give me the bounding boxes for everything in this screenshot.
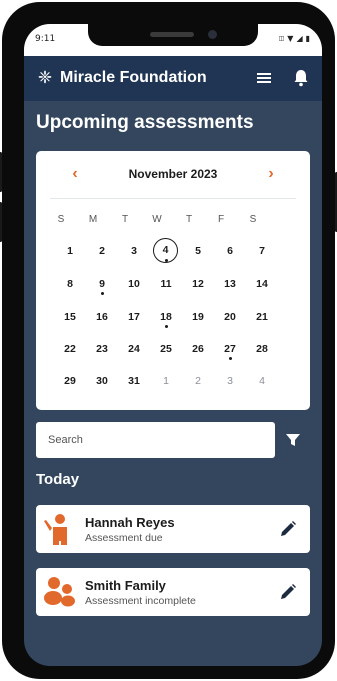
event-dot (100, 292, 104, 295)
bell-icon[interactable] (293, 69, 309, 87)
weekday-label: M (88, 214, 98, 225)
volte-icon: ◫ (278, 35, 285, 42)
calendar: ‹ November 2023 › S M T W T F S 1 2 3 4 5 6 7 8 9 10 11 12… (36, 151, 310, 410)
speaker (150, 32, 194, 37)
snowflake-icon: ❈ (37, 68, 53, 87)
wifi-icon: ▼ (287, 34, 294, 43)
calendar-day[interactable]: 22 (54, 338, 86, 360)
weekday-label: T (185, 214, 193, 225)
calendar-day[interactable]: 7 (246, 240, 278, 262)
calendar-day[interactable]: 2 (86, 240, 118, 262)
battery-icon: ▮ (305, 34, 310, 43)
pencil-icon[interactable] (279, 520, 297, 538)
calendar-day[interactable]: 1 (150, 370, 182, 392)
calendar-day[interactable]: 19 (182, 306, 214, 328)
calendar-day[interactable]: 4 (246, 370, 278, 392)
calendar-day[interactable]: 30 (86, 370, 118, 392)
assessment-name: Hannah Reyes (85, 515, 175, 530)
calendar-day[interactable]: 23 (86, 338, 118, 360)
calendar-day[interactable]: 11 (150, 273, 182, 295)
weekday-label: W (152, 214, 162, 225)
calendar-day[interactable]: 17 (118, 306, 150, 328)
page-title: Upcoming assessments (36, 112, 254, 133)
calendar-day[interactable]: 16 (86, 306, 118, 328)
person-icon (44, 514, 67, 545)
notch (88, 24, 258, 46)
event-dot (228, 357, 232, 360)
calendar-day[interactable]: 3 (214, 370, 246, 392)
volume-button (0, 152, 2, 192)
calendar-day[interactable]: 31 (118, 370, 150, 392)
volume-button (0, 202, 2, 242)
calendar-day[interactable]: 29 (54, 370, 86, 392)
calendar-day[interactable]: 14 (246, 273, 278, 295)
chevron-right-icon[interactable]: › (262, 165, 280, 183)
weekday-label: S (57, 214, 65, 225)
weekday-label: S (249, 214, 257, 225)
event-dot (164, 325, 168, 328)
screen: 9:11 ◫ ▼ ◢ ▮ ❈ Miracle Foundation Upcomi… (24, 24, 322, 666)
assessment-name: Smith Family (85, 578, 166, 593)
hamburger-menu-icon[interactable] (256, 70, 272, 86)
calendar-day[interactable]: 13 (214, 273, 246, 295)
weekday-label: T (121, 214, 129, 225)
app-title: Miracle Foundation (60, 69, 207, 86)
assessment-card[interactable]: Smith Family Assessment incomplete (36, 568, 310, 616)
weekday-label: F (217, 214, 225, 225)
calendar-day[interactable]: 3 (118, 240, 150, 262)
calendar-day[interactable]: 28 (246, 338, 278, 360)
calendar-day[interactable]: 21 (246, 306, 278, 328)
calendar-day[interactable]: 8 (54, 273, 86, 295)
calendar-day[interactable]: 20 (214, 306, 246, 328)
pencil-icon[interactable] (279, 583, 297, 601)
signal-icon: ◢ (296, 34, 303, 43)
calendar-day[interactable]: 15 (54, 306, 86, 328)
status-time: 9:11 (35, 34, 56, 44)
calendar-day[interactable]: 10 (118, 273, 150, 295)
calendar-day[interactable]: 1 (54, 240, 86, 262)
phone-frame: 9:11 ◫ ▼ ◢ ▮ ❈ Miracle Foundation Upcomi… (0, 2, 337, 679)
assessment-status: Assessment due (85, 532, 163, 544)
calendar-divider (50, 198, 296, 199)
calendar-day[interactable]: 26 (182, 338, 214, 360)
calendar-day[interactable]: 12 (182, 273, 214, 295)
calendar-day[interactable]: 6 (214, 240, 246, 262)
calendar-day[interactable]: 24 (118, 338, 150, 360)
search-input[interactable] (36, 422, 275, 458)
calendar-day[interactable]: 5 (182, 240, 214, 262)
assessment-status: Assessment incomplete (85, 595, 196, 607)
filter-icon[interactable] (285, 432, 301, 448)
calendar-day[interactable]: 25 (150, 338, 182, 360)
event-dot (164, 259, 168, 262)
section-today: Today (36, 471, 80, 488)
assessment-card[interactable]: Hannah Reyes Assessment due (36, 505, 310, 553)
calendar-day[interactable]: 2 (182, 370, 214, 392)
camera (208, 30, 217, 39)
app-bar: ❈ Miracle Foundation (24, 56, 322, 101)
family-icon (44, 577, 75, 607)
status-icons: ◫ ▼ ◢ ▮ (279, 34, 310, 43)
